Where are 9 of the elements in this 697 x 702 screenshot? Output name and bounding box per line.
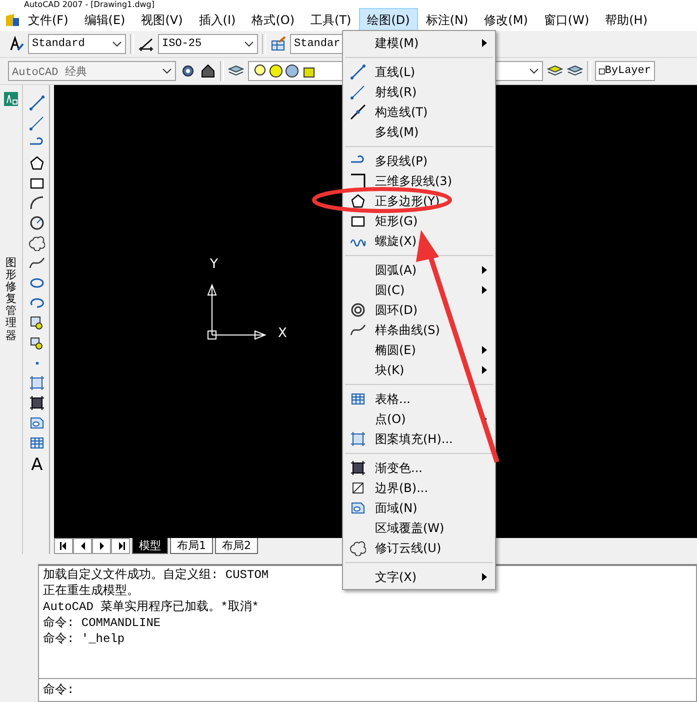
- palette-title: 图形修复管理器: [6, 257, 16, 342]
- command-history-line: 命令: '_help: [43, 631, 125, 647]
- command-history-line: 正在重生成模型。: [43, 583, 139, 599]
- x-axis-label: X: [278, 326, 287, 341]
- command-history-line: AutoCAD 菜单实用程序已加载。*取消*: [43, 599, 260, 615]
- y-axis-label: Y: [210, 257, 218, 272]
- command-history-line: 加载自定义文件成功。自定义组: CUSTOM: [43, 567, 269, 583]
- command-history-line: 命令: COMMANDLINE: [43, 615, 161, 631]
- window-title: AutoCAD 2007 - [Drawing1.dwg]: [0, 0, 697, 9]
